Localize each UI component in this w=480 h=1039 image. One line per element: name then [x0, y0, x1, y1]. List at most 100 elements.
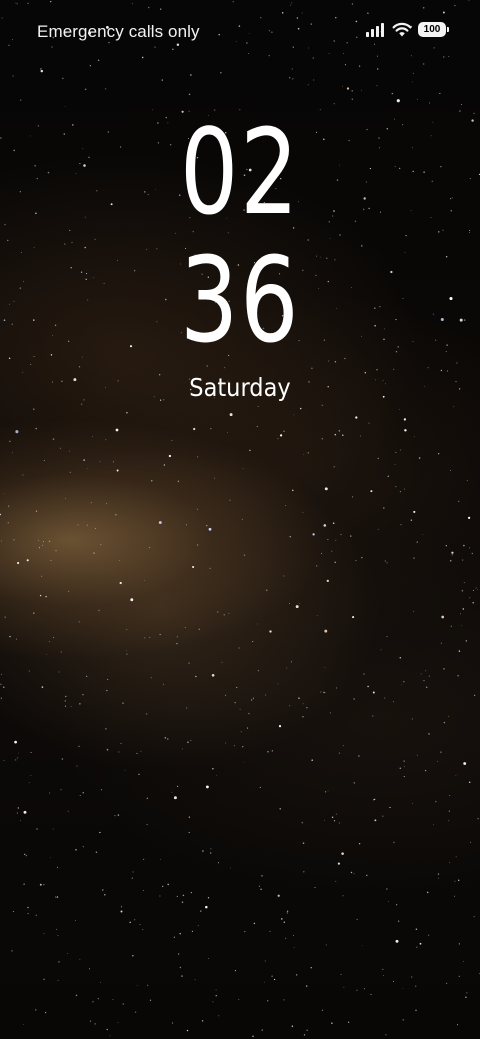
star	[98, 609, 100, 612]
star	[149, 636, 151, 638]
star	[56, 928, 58, 930]
star	[40, 68, 42, 70]
star	[61, 758, 64, 760]
star	[100, 981, 101, 983]
star	[43, 978, 45, 980]
star	[386, 636, 388, 638]
star	[234, 702, 236, 704]
star	[8, 505, 10, 507]
star	[433, 824, 434, 826]
star	[0, 697, 3, 700]
star	[263, 981, 265, 983]
star	[335, 813, 337, 815]
star	[35, 427, 37, 430]
star	[399, 767, 402, 770]
star	[64, 700, 67, 702]
clock-day: Saturday	[189, 373, 291, 402]
star	[105, 439, 107, 441]
star	[373, 799, 374, 801]
star	[399, 409, 401, 411]
star	[342, 434, 344, 437]
star	[83, 459, 85, 461]
star	[64, 705, 67, 707]
star	[458, 500, 460, 502]
star	[281, 918, 283, 920]
star	[146, 823, 148, 825]
star	[184, 627, 186, 628]
star	[333, 466, 335, 468]
star	[23, 1023, 24, 1025]
star	[164, 737, 167, 739]
star	[100, 789, 102, 791]
star	[402, 988, 404, 989]
star	[472, 590, 474, 591]
star	[416, 946, 418, 948]
star	[28, 781, 30, 783]
star	[70, 706, 72, 707]
star	[296, 974, 298, 976]
star	[215, 995, 217, 997]
star	[69, 471, 71, 473]
star	[120, 910, 123, 913]
star	[14, 740, 17, 744]
battery-icon: 100	[418, 22, 449, 37]
star	[89, 1020, 91, 1022]
star	[420, 673, 422, 675]
star	[439, 92, 441, 94]
star	[377, 68, 379, 70]
star	[138, 773, 140, 775]
clock-minutes: 36	[179, 231, 301, 369]
star	[266, 589, 268, 591]
star	[182, 894, 185, 897]
star	[396, 99, 400, 103]
star	[399, 657, 402, 659]
star	[147, 984, 149, 986]
star	[292, 78, 294, 80]
star	[331, 816, 334, 819]
star	[75, 994, 78, 997]
star	[142, 858, 145, 861]
star	[450, 470, 451, 472]
star	[177, 480, 180, 482]
star	[397, 920, 400, 922]
star	[198, 628, 201, 631]
star	[458, 879, 460, 881]
star	[33, 408, 35, 410]
star	[104, 88, 107, 90]
star	[179, 966, 182, 969]
star	[306, 706, 308, 709]
star	[291, 1025, 294, 1027]
star	[351, 90, 353, 92]
star	[445, 545, 447, 547]
star	[146, 713, 148, 715]
star	[227, 432, 229, 433]
star	[257, 405, 259, 408]
star	[415, 985, 417, 987]
star	[82, 792, 84, 794]
star	[395, 451, 397, 453]
star	[74, 919, 76, 922]
star	[338, 430, 341, 432]
star	[225, 742, 227, 744]
star	[30, 774, 32, 776]
star	[12, 75, 14, 77]
star	[163, 464, 166, 466]
star	[65, 695, 67, 698]
star	[335, 539, 337, 541]
star	[334, 561, 336, 563]
star	[352, 616, 355, 619]
star	[57, 935, 59, 937]
star	[57, 979, 59, 981]
star	[28, 670, 30, 672]
star	[395, 485, 397, 488]
star	[19, 99, 22, 101]
star	[50, 559, 52, 562]
star	[118, 751, 120, 753]
star	[387, 475, 389, 477]
star	[59, 447, 62, 449]
star	[187, 741, 189, 743]
star	[176, 642, 178, 645]
star	[324, 692, 326, 694]
star	[17, 561, 20, 565]
star	[438, 453, 440, 455]
